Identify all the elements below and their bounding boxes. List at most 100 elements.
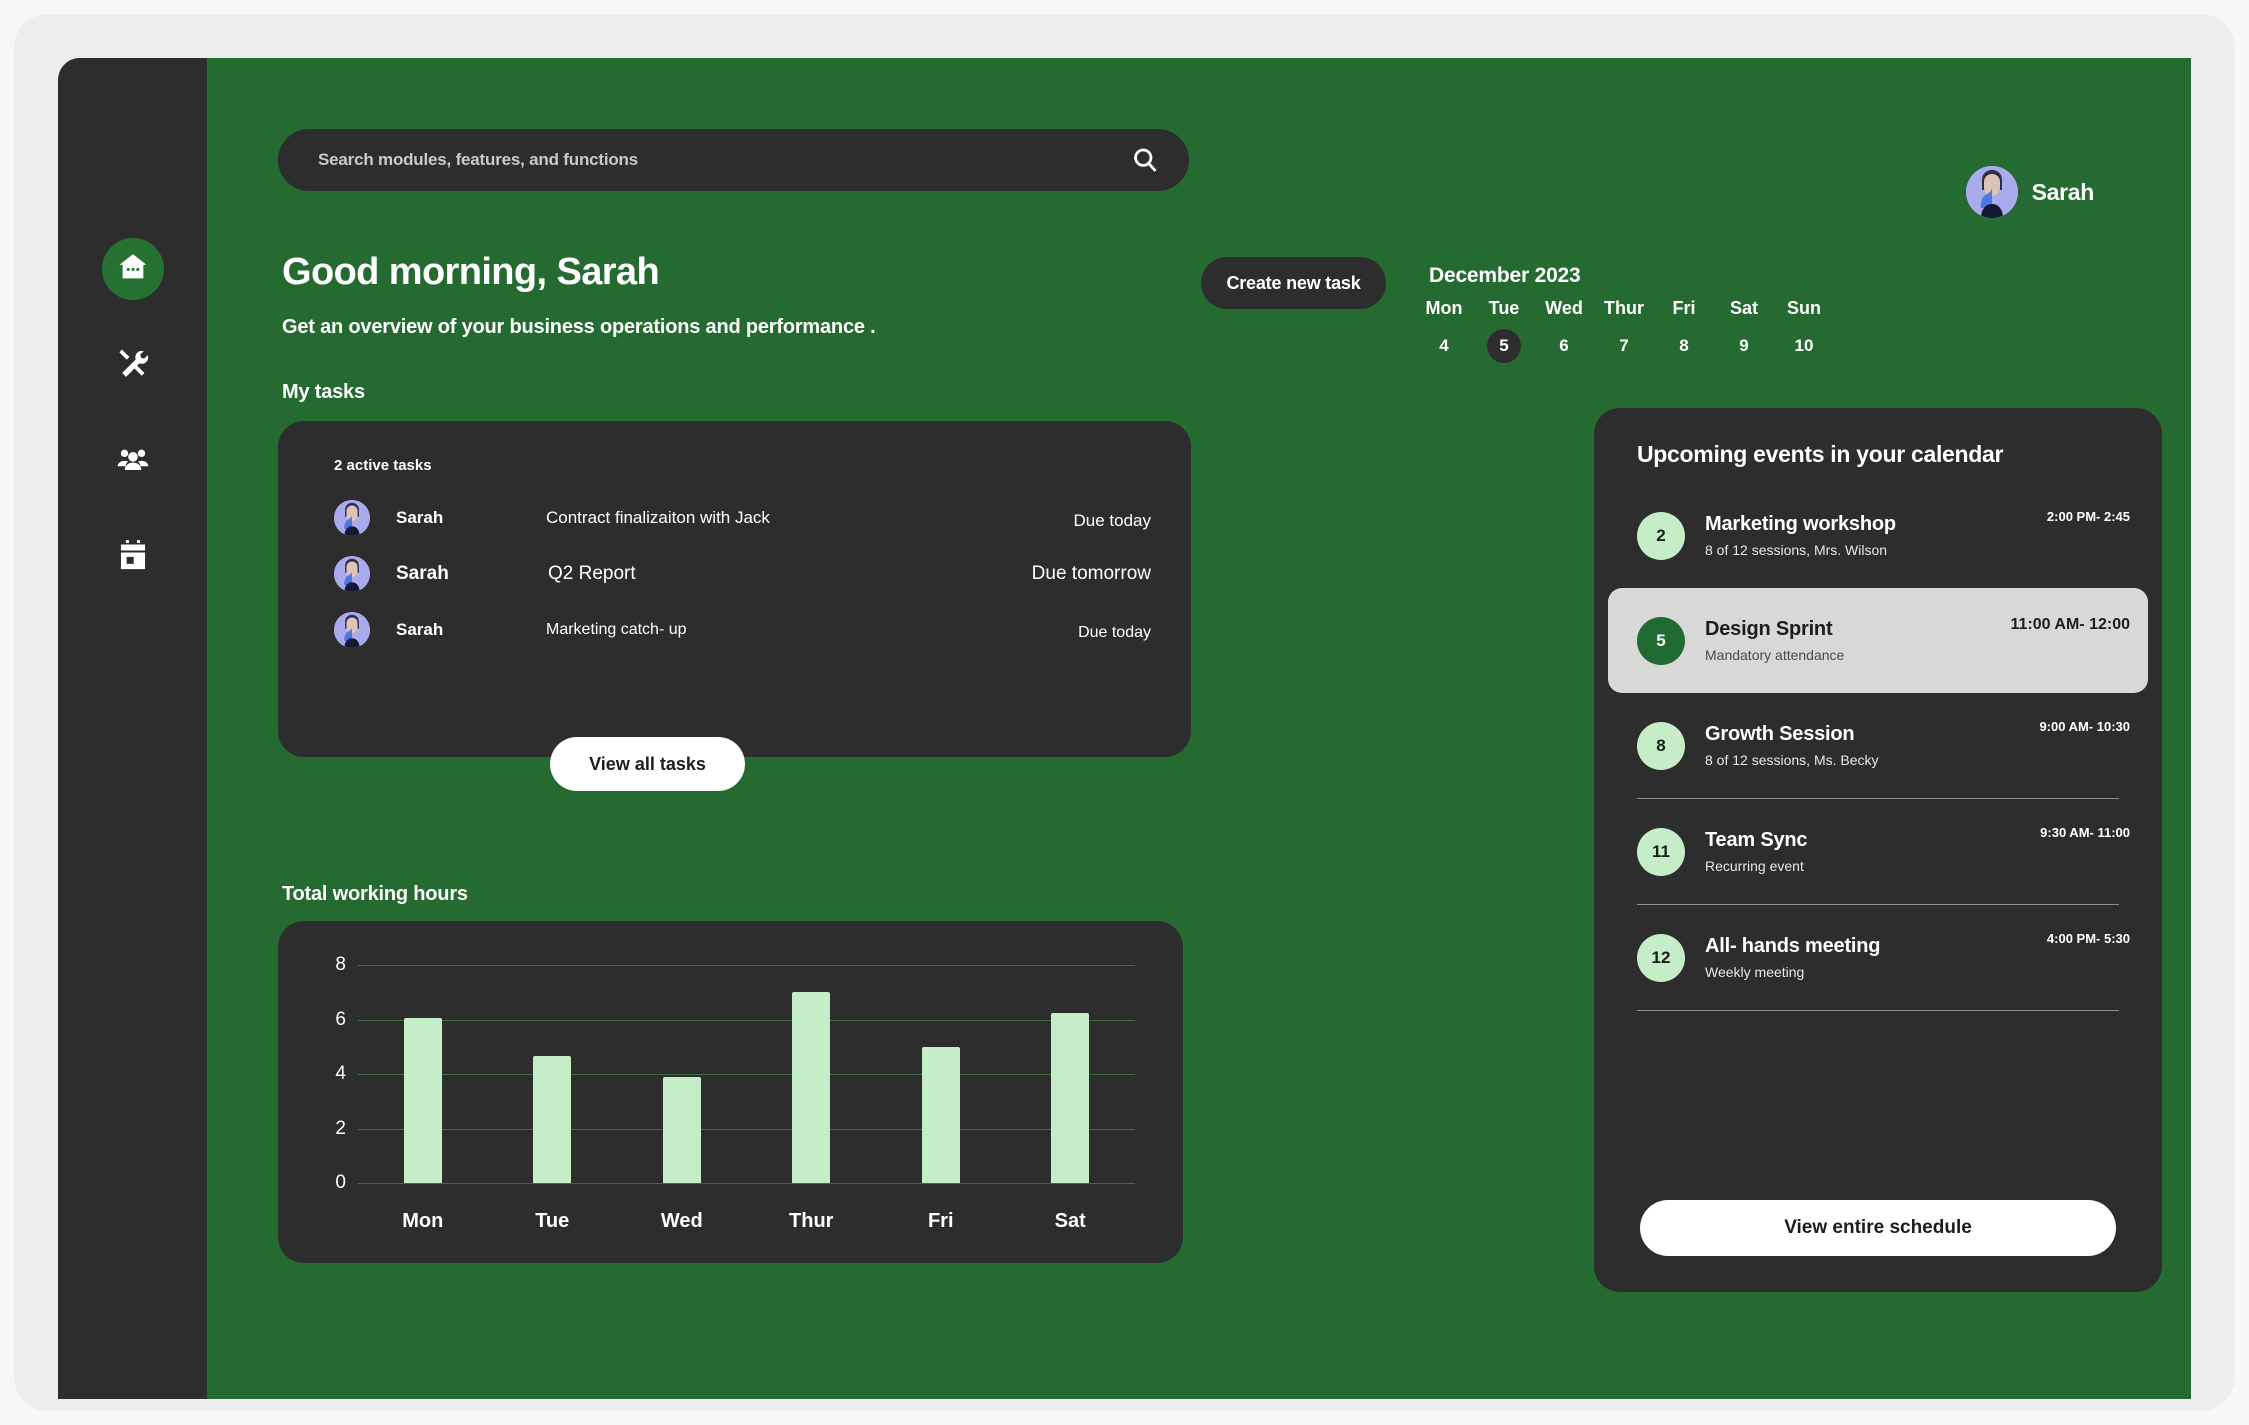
tools-icon: [116, 346, 150, 385]
calendar-date-number: 9: [1739, 336, 1749, 355]
table-row[interactable]: Sarah Q2 Report Due tomorrow: [334, 551, 1151, 597]
event-subtitle: Weekly meeting: [1705, 964, 1805, 980]
table-row[interactable]: Sarah Marketing catch- up Due today: [334, 607, 1151, 653]
avatar: [1965, 166, 2018, 218]
calendar-date-number: 10: [1794, 336, 1814, 355]
task-user: Sarah: [396, 620, 444, 639]
search-input[interactable]: [318, 150, 1131, 170]
bars-area: [358, 965, 1135, 1183]
event-time: 11:00 AM- 12:00: [2010, 616, 2130, 633]
event-day-badge: 12: [1637, 933, 1685, 982]
list-item[interactable]: 12 All- hands meeting Weekly meeting 4:00 P…: [1594, 905, 2162, 1010]
list-item[interactable]: 5 Design Sprint Mandatory attendance 11:00 …: [1608, 588, 2148, 693]
tasks-card: 2 active tasks Sarah Contract finalizait…: [278, 421, 1191, 791]
bar-thur: [792, 992, 831, 1183]
calendar-dow-label: Wed: [1545, 298, 1583, 318]
event-name: Marketing workshop: [1705, 513, 1896, 535]
bar-column: [756, 965, 866, 1183]
device-frame: Sarah Good morning, Sarah Get an overvie…: [14, 14, 2235, 1411]
event-text: Design Sprint Mandatory attendance: [1705, 618, 2010, 663]
list-item[interactable]: 2 Marketing workshop 8 of 12 sessions, Mrs…: [1594, 483, 2162, 588]
event-day-badge: 11: [1637, 827, 1685, 876]
event-subtitle: Recurring event: [1705, 858, 1804, 874]
calendar-day-7[interactable]: Thur 7: [1599, 298, 1649, 363]
upcoming-events-card: Upcoming events in your calendar 2 Market…: [1594, 408, 2162, 1292]
calendar-day-6[interactable]: Wed 6: [1539, 298, 1589, 363]
event-time: 9:00 AM- 10:30: [2039, 719, 2130, 734]
bar-column: [627, 965, 737, 1183]
event-text: Team Sync Recurring event: [1705, 829, 2010, 874]
bar-mon: [403, 1018, 442, 1183]
avatar: [334, 500, 370, 536]
event-text: Growth Session 8 of 12 sessions, Ms. Beck…: [1705, 723, 2010, 768]
event-subtitle: 8 of 12 sessions, Mrs. Wilson: [1705, 542, 1888, 558]
view-all-tasks-button[interactable]: View all tasks: [550, 737, 745, 791]
y-axis-tick: 8: [335, 954, 346, 975]
event-time: 2:00 PM- 2:45: [2046, 509, 2130, 524]
calendar-day-5[interactable]: Tue 5: [1479, 298, 1529, 363]
home-icon: [116, 250, 150, 289]
upcoming-events-title: Upcoming events in your calendar: [1637, 441, 2004, 467]
search-bar[interactable]: [278, 129, 1189, 191]
avatar: [334, 612, 370, 648]
task-user: Sarah: [396, 508, 444, 527]
event-day-badge: 8: [1637, 721, 1685, 770]
profile-menu[interactable]: Sarah: [1965, 166, 2094, 218]
event-time: 4:00 PM- 5:30: [2046, 931, 2130, 946]
list-item[interactable]: 8 Growth Session 8 of 12 sessions, Ms. Bec…: [1594, 693, 2162, 798]
event-name: All- hands meeting: [1705, 935, 1881, 957]
calendar-dow-label: Mon: [1425, 298, 1463, 318]
calendar-dow-label: Fri: [1672, 298, 1696, 318]
x-axis-labels: Mon Tue Wed Thur Fri Sat: [358, 1210, 1135, 1233]
chart-title: Total working hours: [282, 883, 468, 905]
bar-column: [1015, 965, 1125, 1183]
calendar-date-number: 7: [1619, 336, 1629, 355]
calendar-day-10[interactable]: Sun 10: [1779, 298, 1829, 363]
calendar-day-4[interactable]: Mon 4: [1419, 298, 1469, 363]
event-day-badge: 2: [1637, 511, 1685, 560]
bar-column: [497, 965, 607, 1183]
search-icon[interactable]: [1131, 146, 1159, 174]
sidebar-item-team[interactable]: [102, 430, 164, 492]
event-subtitle: Mandatory attendance: [1705, 647, 1845, 663]
active-tasks-count: 2 active tasks: [334, 457, 432, 474]
calendar-date-number: 4: [1439, 336, 1449, 355]
event-name: Design Sprint: [1705, 618, 1833, 640]
x-axis-tick: Wed: [660, 1210, 703, 1232]
task-due: Due tomorrow: [1031, 563, 1151, 584]
calendar-day-9[interactable]: Sat 9: [1719, 298, 1769, 363]
calendar-date-number: 5: [1487, 329, 1521, 363]
bar-tue: [533, 1056, 572, 1183]
avatar: [334, 556, 370, 592]
calendar-day-8[interactable]: Fri 8: [1659, 298, 1709, 363]
events-list: 2 Marketing workshop 8 of 12 sessions, Mrs…: [1594, 483, 2162, 1011]
calendar-dow-label: Sat: [1729, 298, 1758, 318]
sidebar-item-home[interactable]: [101, 238, 164, 300]
main-content: Sarah Good morning, Sarah Get an overvie…: [207, 58, 2191, 1399]
create-task-button[interactable]: Create new task: [1201, 257, 1386, 309]
y-axis-tick: 0: [335, 1172, 346, 1193]
sidebar: [58, 58, 207, 1399]
calendar-icon: [116, 538, 150, 577]
page-title: Good morning, Sarah: [282, 251, 660, 293]
view-entire-schedule-button[interactable]: View entire schedule: [1640, 1200, 2116, 1256]
calendar-date-number: 6: [1559, 336, 1569, 355]
bar-column: [886, 965, 996, 1183]
bar-wed: [662, 1076, 701, 1183]
event-subtitle: 8 of 12 sessions, Ms. Becky: [1705, 752, 1879, 768]
task-title: Marketing catch- up: [546, 621, 687, 638]
x-axis-tick: Tue: [535, 1210, 570, 1232]
sidebar-item-tools[interactable]: [102, 334, 164, 396]
table-row[interactable]: Sarah Contract finalizaiton with Jack Du…: [334, 495, 1151, 541]
event-text: All- hands meeting Weekly meeting: [1705, 935, 2010, 980]
list-item[interactable]: 11 Team Sync Recurring event 9:30 AM- 11:00: [1594, 799, 2162, 904]
y-axis-tick: 6: [335, 1008, 346, 1030]
x-axis-tick: Sat: [1054, 1210, 1086, 1232]
calendar-day-strip: Mon 4 Tue 5 Wed 6 Thur 7 Fri 8 Sat 9 Sun 10: [1419, 298, 1829, 363]
topbar: [278, 129, 1189, 191]
task-user: Sarah: [396, 563, 449, 584]
y-axis-tick: 2: [335, 1117, 346, 1139]
sidebar-item-calendar[interactable]: [102, 526, 164, 588]
tasks-section-title: My tasks: [282, 381, 365, 403]
divider: [1637, 1010, 2119, 1011]
